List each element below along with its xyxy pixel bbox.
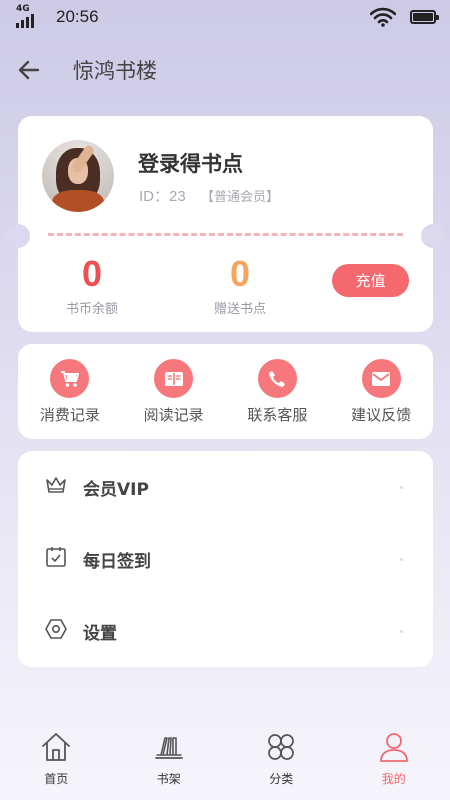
coin-balance-value: 0 [81,253,103,294]
back-button[interactable] [1,42,57,98]
chevron-right-icon [400,485,403,489]
arrow-left-icon [18,60,40,80]
menu-label: 每日签到 [83,551,151,572]
bookshelf-icon [154,737,183,759]
action-label: 联系客服 [247,406,308,424]
gift-points-value: 0 [229,253,251,294]
coin-balance-stat[interactable]: 0 书币余额 [42,253,142,318]
menu-label: 会员VIP [83,479,149,500]
book-open-icon [154,359,194,398]
member-level-badge: 【普通会员】 [201,190,280,205]
network-type: 4G [16,4,30,14]
battery-icon [410,10,439,24]
tab-home[interactable]: 首页 [0,718,113,800]
action-label: 建议反馈 [351,406,412,424]
action-feedback[interactable]: 建议反馈 [329,344,433,439]
category-icon [268,734,295,760]
page-title: 惊鸿书楼 [73,59,157,83]
profile-card: 登录得书点 ID：23 【普通会员】 0 书币余额 0 赠送书点 充值 [6,116,445,332]
menu-label: 设置 [83,623,117,644]
tab-label: 书架 [156,772,181,786]
coin-balance-label: 书币余额 [65,302,118,317]
recharge-button[interactable]: 充值 [332,264,409,297]
tab-label: 首页 [44,772,69,786]
action-consumption-records[interactable]: 消费记录 [18,344,122,439]
status-bar: 4G 20:56 [0,0,450,34]
home-icon [42,733,71,761]
nav-bar: 惊鸿书楼 [0,40,450,100]
menu-item-vip[interactable]: 会员VIP [18,451,433,523]
signal-icon: 4G [14,4,42,30]
cart-icon [50,359,90,398]
login-prompt[interactable]: 登录得书点 [138,148,243,178]
bottom-tab-bar: 首页 书架 分类 我的 [0,718,450,800]
tab-bookshelf[interactable]: 书架 [113,718,226,800]
chevron-right-icon [400,557,403,561]
phone-icon [257,359,297,398]
chevron-right-icon [400,629,403,633]
action-label: 消费记录 [39,406,100,424]
tab-category[interactable]: 分类 [225,718,338,800]
crown-icon [46,477,66,493]
quick-actions-card: 消费记录 阅读记录 联系客服 建议反馈 [18,344,433,439]
avatar[interactable] [42,140,114,212]
status-time: 20:56 [56,7,99,26]
gift-points-stat[interactable]: 0 赠送书点 [190,253,290,318]
menu-item-daily-checkin[interactable]: 每日签到 [18,523,433,595]
mail-icon [361,359,401,398]
tab-label: 我的 [381,772,406,786]
hexagon-settings-icon [45,619,67,639]
user-icon [379,733,408,762]
action-label: 阅读记录 [143,406,204,424]
wifi-icon [370,7,396,27]
action-reading-records[interactable]: 阅读记录 [122,344,226,439]
dashed-divider [48,233,403,236]
action-contact-support[interactable]: 联系客服 [226,344,330,439]
menu-card: 会员VIP 每日签到 设置 [18,451,433,667]
tab-mine[interactable]: 我的 [338,718,450,800]
tab-label: 分类 [269,772,294,786]
calendar-check-icon [46,547,66,567]
gift-points-label: 赠送书点 [213,302,266,317]
menu-item-settings[interactable]: 设置 [18,595,433,667]
user-id: ID：23 [139,188,186,205]
